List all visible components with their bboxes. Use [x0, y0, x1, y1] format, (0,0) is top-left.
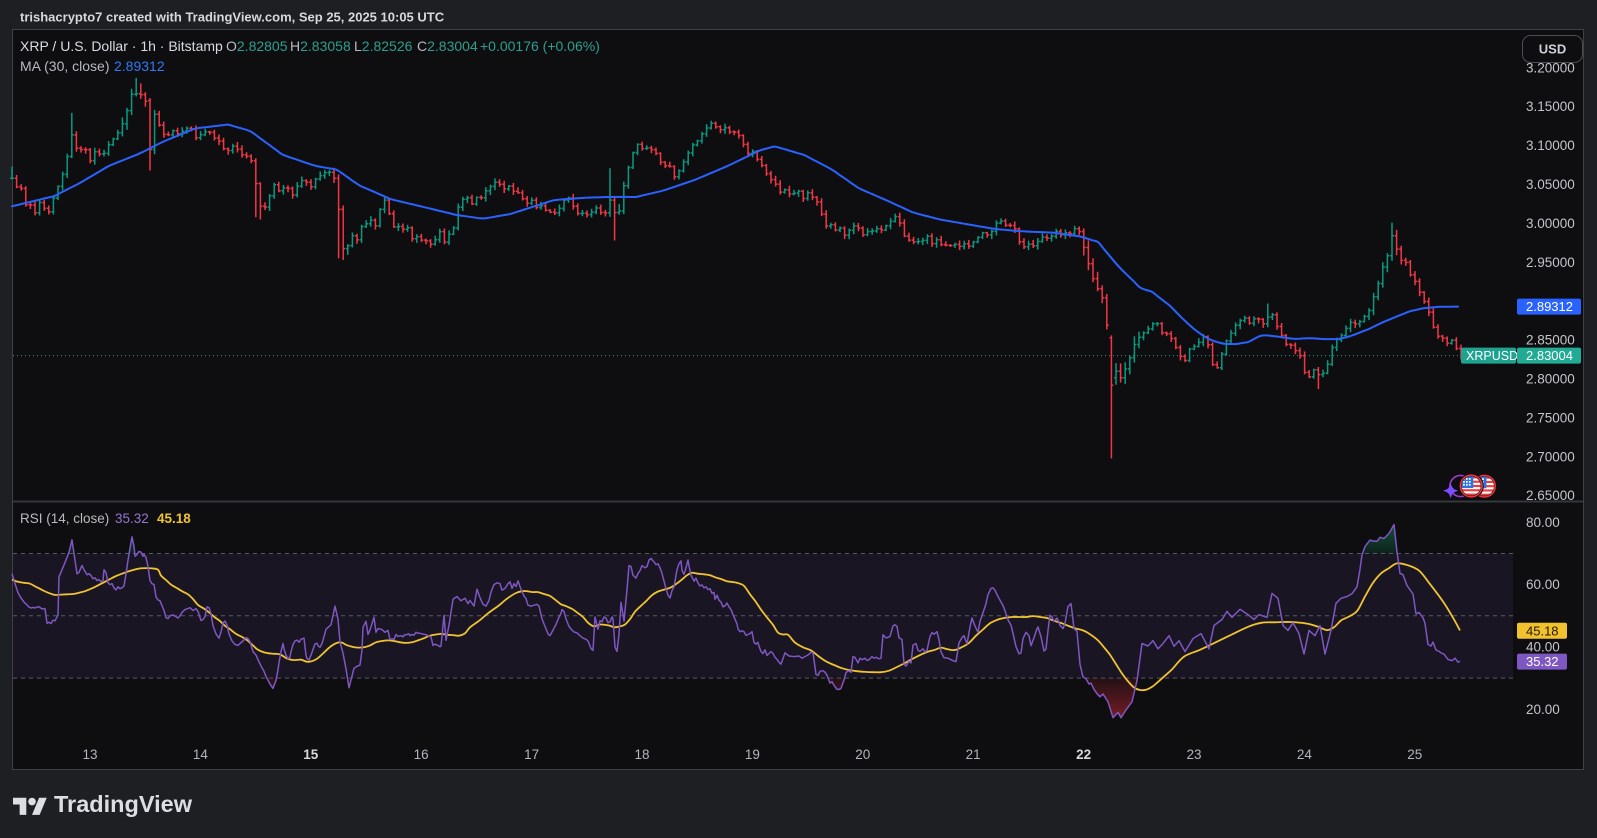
svg-text:2.95000: 2.95000 — [1526, 255, 1575, 270]
svg-text:3.05000: 3.05000 — [1526, 177, 1575, 192]
svg-text:TradingView: TradingView — [54, 791, 193, 817]
svg-text:20.00: 20.00 — [1526, 702, 1560, 717]
svg-text:19: 19 — [745, 747, 760, 762]
svg-text:22: 22 — [1076, 747, 1091, 762]
svg-text:17: 17 — [524, 747, 539, 762]
svg-text:3.00000: 3.00000 — [1526, 216, 1575, 231]
svg-text:45.18: 45.18 — [1526, 623, 1559, 638]
svg-text:3.15000: 3.15000 — [1526, 99, 1575, 114]
svg-text:15: 15 — [303, 747, 319, 762]
svg-text:XRPUSD: XRPUSD — [1466, 349, 1518, 363]
svg-text:2.89312: 2.89312 — [1526, 299, 1573, 314]
svg-text:RSI (14, close)35.3245.18: RSI (14, close)35.3245.18 — [20, 511, 191, 526]
svg-text:2.80000: 2.80000 — [1526, 372, 1575, 387]
svg-text:2.85000: 2.85000 — [1526, 333, 1575, 348]
svg-text:XRP / U.S. Dollar · 1h · Bitst: XRP / U.S. Dollar · 1h · BitstampO2.8280… — [20, 38, 600, 54]
svg-text:USD: USD — [1539, 42, 1566, 57]
svg-text:18: 18 — [634, 747, 649, 762]
svg-text:40.00: 40.00 — [1526, 640, 1560, 655]
svg-text:21: 21 — [966, 747, 981, 762]
svg-text:16: 16 — [414, 747, 429, 762]
svg-text:2.70000: 2.70000 — [1526, 449, 1575, 464]
svg-text:23: 23 — [1186, 747, 1201, 762]
svg-text:25: 25 — [1407, 747, 1422, 762]
svg-text:80.00: 80.00 — [1526, 515, 1560, 530]
svg-text:2.75000: 2.75000 — [1526, 410, 1575, 425]
svg-text:35.32: 35.32 — [1526, 654, 1559, 669]
svg-text:13: 13 — [82, 747, 97, 762]
svg-text:2.65000: 2.65000 — [1526, 488, 1575, 503]
svg-text:3.10000: 3.10000 — [1526, 138, 1575, 153]
svg-text:60.00: 60.00 — [1526, 577, 1560, 592]
svg-text:2.83004: 2.83004 — [1526, 348, 1573, 363]
svg-text:14: 14 — [193, 747, 209, 762]
svg-text:trishacrypto7 created with Tra: trishacrypto7 created with TradingView.c… — [20, 10, 445, 25]
svg-text:MA (30, close)2.89312: MA (30, close)2.89312 — [20, 58, 165, 74]
svg-text:24: 24 — [1297, 747, 1313, 762]
svg-text:20: 20 — [855, 747, 870, 762]
